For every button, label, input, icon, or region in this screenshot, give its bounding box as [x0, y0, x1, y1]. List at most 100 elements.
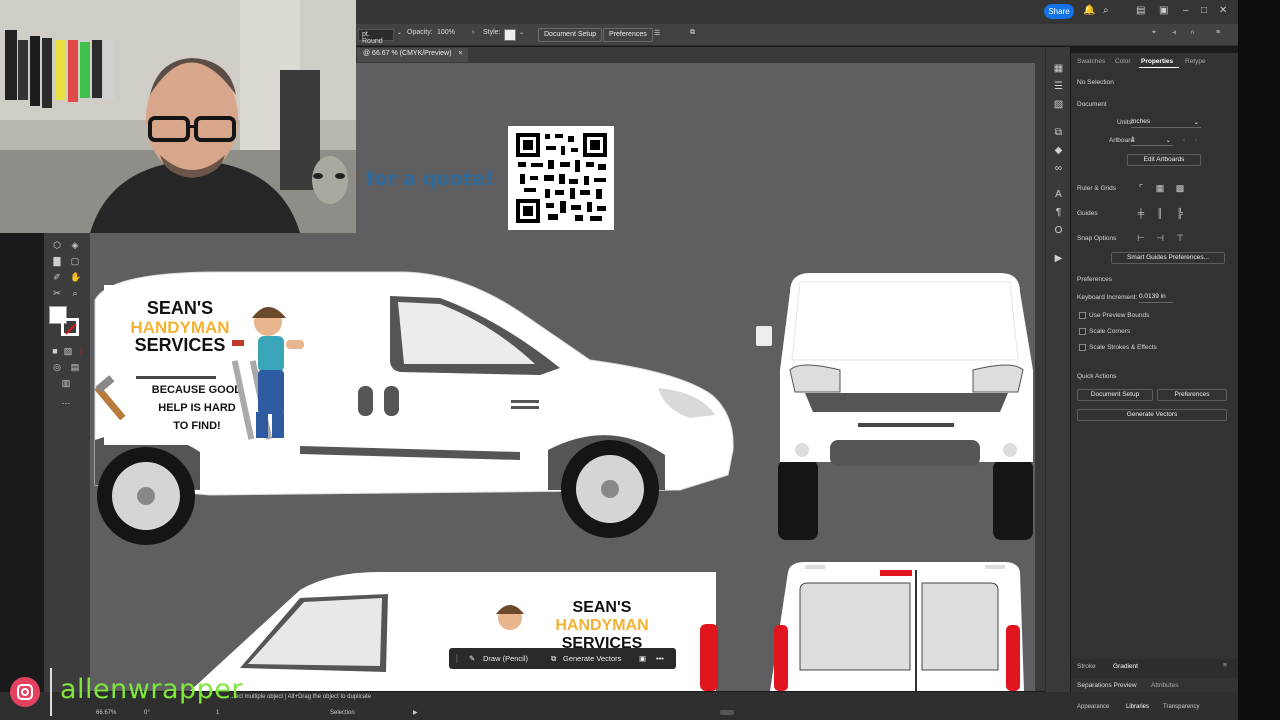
zoom-level[interactable]: 66.67% — [96, 710, 116, 716]
share-button[interactable]: Share — [1044, 4, 1074, 19]
link-icon[interactable]: ∩ — [1190, 29, 1195, 36]
close-icon[interactable]: × — [458, 50, 462, 57]
color-mode-icon[interactable]: ■ — [50, 346, 60, 356]
perspective-icon[interactable]: ◈ — [70, 240, 80, 250]
ruler-icon[interactable]: ⌜ — [1135, 182, 1147, 194]
document-tab-title: @ 66.67 % (CMYK/Preview) — [363, 50, 452, 57]
screen-mode-alt-icon[interactable]: ▥ — [61, 378, 71, 388]
artboard-select[interactable]: 1 ⌄ — [1131, 136, 1173, 146]
artboard-next-icon[interactable]: › — [1195, 137, 1197, 144]
snap-glyph-icon[interactable]: ⊤ — [1174, 232, 1186, 244]
layers-icon[interactable]: ◆ — [1053, 145, 1064, 156]
tab-libraries[interactable]: Libraries — [1126, 704, 1149, 710]
document-tab[interactable]: @ 66.67 % (CMYK/Preview) × — [357, 48, 469, 62]
graph-icon[interactable]: ▇ — [52, 256, 62, 266]
document-setup-quick-button[interactable]: Document Setup — [1077, 389, 1153, 401]
watermark-divider — [50, 668, 52, 716]
edit-toolbar-icon[interactable]: ⋯ — [61, 398, 71, 408]
tab-gradient[interactable]: Gradient — [1113, 663, 1138, 670]
style-swatch[interactable] — [504, 29, 516, 41]
tab-retype[interactable]: Retype — [1185, 58, 1206, 65]
preferences-button[interactable]: Preferences — [603, 28, 653, 42]
eyedropper-icon[interactable]: ✐ — [52, 272, 62, 282]
vertical-scrollbar[interactable] — [1035, 63, 1045, 691]
shape-builder-icon[interactable]: ⬡ — [52, 240, 62, 250]
brush-select[interactable]: pt. Round — [358, 29, 394, 45]
current-tool-label: Selection — [330, 710, 355, 716]
artboard-prev-icon[interactable]: ‹ — [1183, 137, 1185, 144]
distribute-icon[interactable]: ⫣ — [1172, 29, 1176, 37]
more-options-button[interactable]: ••• — [656, 654, 664, 663]
grid-toggle-icon[interactable]: ▦ — [1154, 182, 1166, 194]
status-play-icon[interactable]: ▶ — [413, 709, 418, 716]
recolor-icon[interactable]: ⧉ — [690, 29, 695, 37]
scale-strokes-checkbox[interactable] — [1079, 344, 1086, 351]
zoom-icon[interactable]: ⌕ — [70, 288, 80, 298]
draw-mode-icon[interactable]: ◎ — [52, 362, 62, 372]
status-hint: ...ect multiple object | Alt+Drag the ob… — [230, 694, 372, 700]
screen-mode-icon[interactable]: ▤ — [70, 362, 80, 372]
scale-corners-checkbox[interactable] — [1079, 328, 1086, 335]
bell-icon[interactable]: 🔔 — [1083, 6, 1095, 16]
chevron-right-icon[interactable]: › — [472, 29, 474, 36]
minimize-icon[interactable]: – — [1183, 6, 1189, 16]
search-icon[interactable]: ⌕ — [1103, 6, 1109, 16]
panel-menu-icon[interactable]: ≡ — [1223, 662, 1227, 669]
tab-separations-preview[interactable]: Separations Preview — [1077, 682, 1137, 689]
snap-point-icon[interactable]: ⊢ — [1135, 232, 1147, 244]
align-panel-icon[interactable]: ☰ — [1053, 81, 1064, 92]
none-mode-icon[interactable]: ⧸ — [76, 346, 86, 356]
document-setup-button[interactable]: Document Setup — [538, 28, 603, 42]
preferences-quick-button[interactable]: Preferences — [1157, 389, 1227, 401]
maximize-icon[interactable]: □ — [1201, 6, 1207, 16]
generate-vectors-quick-button[interactable]: Generate Vectors — [1077, 409, 1227, 421]
properties-panel-icon[interactable]: ▨ — [1053, 99, 1064, 110]
tab-appearance[interactable]: Appearance — [1077, 704, 1109, 710]
artboards-panel-icon[interactable]: ⧉ — [1053, 127, 1064, 138]
grid-icon[interactable]: ▦ — [1053, 63, 1064, 74]
gradient-mode-icon[interactable]: ▧ — [63, 346, 73, 356]
panel-menu-icon[interactable]: ≡ — [1216, 29, 1220, 36]
paragraph-icon[interactable]: ¶ — [1053, 207, 1064, 218]
tab-stroke[interactable]: Stroke — [1077, 663, 1096, 670]
keyboard-increment-field[interactable]: 0.0139 in — [1139, 293, 1173, 303]
smart-guides-icon[interactable]: ╠ — [1174, 207, 1186, 219]
opacity-value[interactable]: 100% — [437, 29, 455, 36]
tab-transparency[interactable]: Transparency — [1163, 704, 1199, 710]
close-window-icon[interactable]: ✕ — [1219, 6, 1227, 16]
artboard-icon[interactable]: ▢ — [70, 256, 80, 266]
hand-icon[interactable]: ✋ — [70, 272, 81, 282]
chevron-down-icon[interactable]: ⌄ — [397, 29, 402, 36]
transform-icon[interactable]: ⌖ — [1152, 29, 1156, 37]
tab-properties[interactable]: Properties — [1141, 58, 1173, 65]
workspace-icon[interactable]: ▤ — [1136, 6, 1145, 16]
drag-handle-icon[interactable]: │ — [455, 654, 460, 663]
rotation-value[interactable]: 0° — [144, 710, 150, 716]
tab-swatches[interactable]: Swatches — [1077, 58, 1105, 65]
slice-icon[interactable]: ✂ — [52, 288, 62, 298]
guides-lock-icon[interactable]: ║ — [1154, 207, 1166, 219]
chevron-down-icon[interactable]: ⌄ — [519, 29, 524, 36]
image-icon[interactable]: ▣ — [639, 654, 646, 663]
snap-options-label: Snap Options — [1077, 235, 1117, 242]
draw-pencil-button[interactable]: Draw (Pencil) — [483, 654, 528, 663]
use-preview-bounds-checkbox[interactable] — [1079, 312, 1086, 319]
chevron-down-icon: ⌄ — [1165, 137, 1171, 144]
opentype-icon[interactable]: O — [1053, 225, 1064, 236]
units-select[interactable]: Inches ⌄ — [1131, 118, 1201, 128]
edit-artboards-button[interactable]: Edit Artboards — [1127, 154, 1201, 166]
horizontal-scroll-thumb[interactable] — [720, 710, 734, 715]
guides-show-icon[interactable]: ╪ — [1135, 207, 1147, 219]
transparency-grid-icon[interactable]: ▩ — [1174, 182, 1186, 194]
tab-color[interactable]: Color — [1115, 58, 1131, 65]
tab-attributes[interactable]: Attributes — [1151, 682, 1178, 689]
character-icon[interactable]: A — [1053, 189, 1064, 200]
artboard-nav-value[interactable]: 1 — [216, 710, 219, 716]
links-icon[interactable]: ∞ — [1053, 163, 1064, 174]
arrange-icon[interactable]: ▣ — [1159, 6, 1168, 16]
snap-pixel-icon[interactable]: ⊣ — [1154, 232, 1166, 244]
smart-guides-preferences-button[interactable]: Smart Guides Preferences... — [1111, 252, 1225, 264]
align-icon[interactable]: ☰ — [654, 29, 660, 37]
generate-vectors-button[interactable]: Generate Vectors — [563, 654, 621, 663]
actions-play-icon[interactable]: ▶ — [1053, 253, 1064, 264]
